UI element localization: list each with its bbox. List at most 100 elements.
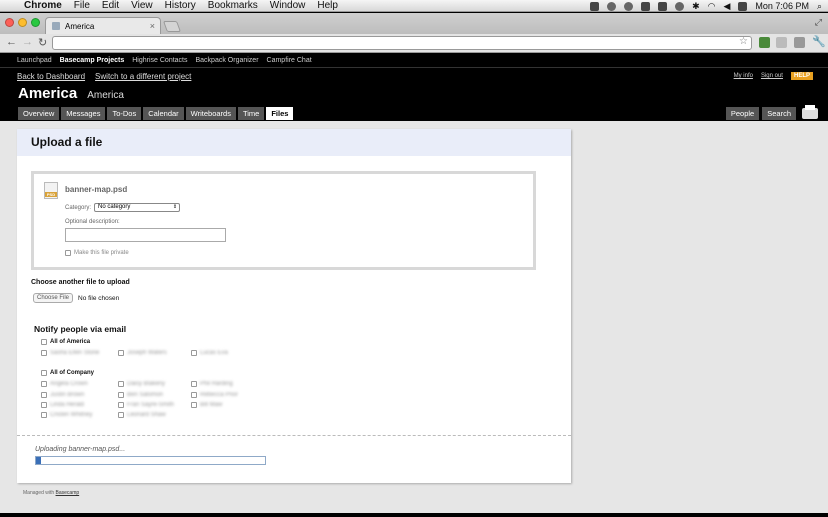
- menu-edit[interactable]: Edit: [102, 0, 119, 11]
- checkbox[interactable]: [191, 381, 197, 387]
- person-item[interactable]: Rebecca Prior: [191, 392, 238, 398]
- menu-view[interactable]: View: [131, 0, 153, 11]
- person-item[interactable]: Sasha Ellen Stone: [41, 350, 99, 356]
- menubar-clock[interactable]: Mon 7:06 PM: [755, 1, 809, 11]
- category-select[interactable]: No category ⇕: [94, 203, 181, 212]
- status-icon[interactable]: [607, 1, 617, 11]
- file-chooser: Choose File No file chosen: [33, 293, 119, 303]
- zoom-window-icon[interactable]: [31, 18, 40, 27]
- private-checkbox[interactable]: [65, 250, 71, 256]
- timemachine-icon[interactable]: [675, 1, 685, 11]
- menu-help[interactable]: Help: [317, 0, 338, 11]
- battery-icon[interactable]: [738, 1, 748, 11]
- person-item[interactable]: Joseph Waters: [118, 350, 167, 356]
- group-all-company[interactable]: All of Company: [41, 370, 94, 376]
- dropbox-icon[interactable]: [624, 1, 634, 11]
- tab-todos[interactable]: To-Dos: [107, 107, 142, 120]
- person-item[interactable]: Lucas Eva: [191, 350, 228, 356]
- choose-file-button[interactable]: Choose File: [33, 293, 74, 303]
- checkbox[interactable]: [41, 392, 47, 398]
- app-highrise[interactable]: Highrise Contacts: [132, 57, 187, 64]
- new-tab-button[interactable]: [162, 21, 182, 32]
- help-button[interactable]: HELP: [790, 72, 813, 80]
- person-item[interactable]: Angela Crown: [41, 381, 88, 387]
- checkbox[interactable]: [118, 392, 124, 398]
- person-item[interactable]: Fran Sayre-Smith: [118, 402, 174, 408]
- extension-x-icon[interactable]: [776, 37, 787, 48]
- switch-project-link[interactable]: Switch to a different project: [95, 72, 191, 81]
- checkbox[interactable]: [191, 392, 197, 398]
- close-window-icon[interactable]: [5, 18, 14, 27]
- display-icon[interactable]: [658, 1, 668, 11]
- wrench-icon[interactable]: 🔧: [812, 35, 826, 48]
- uploading-status: Uploading banner-map.psd...: [35, 446, 126, 453]
- menu-file[interactable]: File: [74, 0, 90, 11]
- checkbox[interactable]: [41, 339, 47, 345]
- browser-tab[interactable]: America ×: [45, 17, 161, 34]
- wifi-icon[interactable]: ◠: [708, 1, 716, 12]
- tab-time[interactable]: Time: [237, 107, 265, 120]
- menu-app[interactable]: Chrome: [24, 0, 62, 11]
- checkbox[interactable]: [191, 402, 197, 408]
- checkbox[interactable]: [41, 402, 47, 408]
- tab-calendar[interactable]: Calendar: [143, 107, 184, 120]
- adobe-icon[interactable]: [590, 1, 600, 11]
- tab-files[interactable]: Files: [266, 107, 294, 120]
- tab-search[interactable]: Search: [762, 107, 796, 120]
- my-info-link[interactable]: My info: [734, 73, 753, 79]
- fullscreen-icon[interactable]: ⤢: [815, 17, 822, 28]
- checkbox[interactable]: [41, 350, 47, 356]
- person-item[interactable]: Linda Herald: [41, 402, 84, 408]
- person-item[interactable]: Cristen Whitney: [41, 412, 92, 418]
- tab-writeboards[interactable]: Writeboards: [185, 107, 236, 120]
- person-item[interactable]: Ben Salomon: [118, 392, 163, 398]
- tab-messages[interactable]: Messages: [61, 107, 106, 120]
- checkbox[interactable]: [118, 381, 124, 387]
- back-arrow-icon[interactable]: ←: [6, 36, 17, 48]
- person-name: Cristen Whitney: [50, 412, 93, 418]
- group-all-project[interactable]: All of America: [41, 339, 90, 345]
- info-icon[interactable]: [641, 1, 651, 11]
- bookmark-star-icon[interactable]: ☆: [739, 36, 748, 47]
- checkbox[interactable]: [118, 350, 124, 356]
- basecamp-footer-link[interactable]: Basecamp: [56, 490, 80, 496]
- volume-icon[interactable]: ◀: [724, 1, 731, 12]
- category-row: Category: No category ⇕: [65, 203, 181, 212]
- minimize-window-icon[interactable]: [18, 18, 27, 27]
- upload-progress-fill: [36, 457, 41, 464]
- menu-history[interactable]: History: [165, 0, 196, 11]
- checkbox[interactable]: [41, 370, 47, 376]
- extension-puzzle-icon[interactable]: [794, 37, 805, 48]
- checkbox[interactable]: [191, 350, 197, 356]
- forward-arrow-icon[interactable]: →: [22, 36, 33, 48]
- sign-out-link[interactable]: Sign out: [761, 73, 783, 79]
- app-basecamp[interactable]: Basecamp Projects: [60, 57, 125, 64]
- menu-bookmarks[interactable]: Bookmarks: [208, 0, 258, 11]
- tab-people[interactable]: People: [725, 107, 760, 120]
- printer-icon[interactable]: [802, 105, 818, 119]
- tab-close-icon[interactable]: ×: [150, 21, 155, 31]
- spotlight-icon[interactable]: ⌕: [817, 1, 822, 12]
- extension-green-icon[interactable]: [759, 37, 770, 48]
- person-name: Fran Sayre-Smith: [127, 402, 175, 408]
- tab-overview[interactable]: Overview: [18, 107, 60, 120]
- app-campfire[interactable]: Campfire Chat: [267, 57, 312, 64]
- person-item[interactable]: Bill Maw: [191, 402, 222, 408]
- menu-window[interactable]: Window: [270, 0, 306, 11]
- person-item[interactable]: Daisy Blakeny: [118, 381, 165, 387]
- checkbox[interactable]: [41, 381, 47, 387]
- checkbox[interactable]: [41, 412, 47, 418]
- person-item[interactable]: Justin Brown: [41, 392, 84, 398]
- bluetooth-icon[interactable]: ✱: [692, 1, 700, 12]
- description-input[interactable]: [65, 228, 226, 242]
- checkbox[interactable]: [118, 402, 124, 408]
- person-name: Bill Maw: [200, 402, 223, 408]
- app-launchpad[interactable]: Launchpad: [17, 57, 52, 64]
- app-backpack[interactable]: Backpack Organizer: [196, 57, 259, 64]
- checkbox[interactable]: [118, 412, 124, 418]
- address-bar[interactable]: ☆: [52, 36, 752, 50]
- reload-icon[interactable]: ↻: [38, 36, 47, 49]
- person-item[interactable]: Leonard Shaw: [118, 412, 166, 418]
- person-item[interactable]: Phil Harding: [191, 381, 233, 387]
- back-to-dashboard-link[interactable]: Back to Dashboard: [17, 72, 85, 81]
